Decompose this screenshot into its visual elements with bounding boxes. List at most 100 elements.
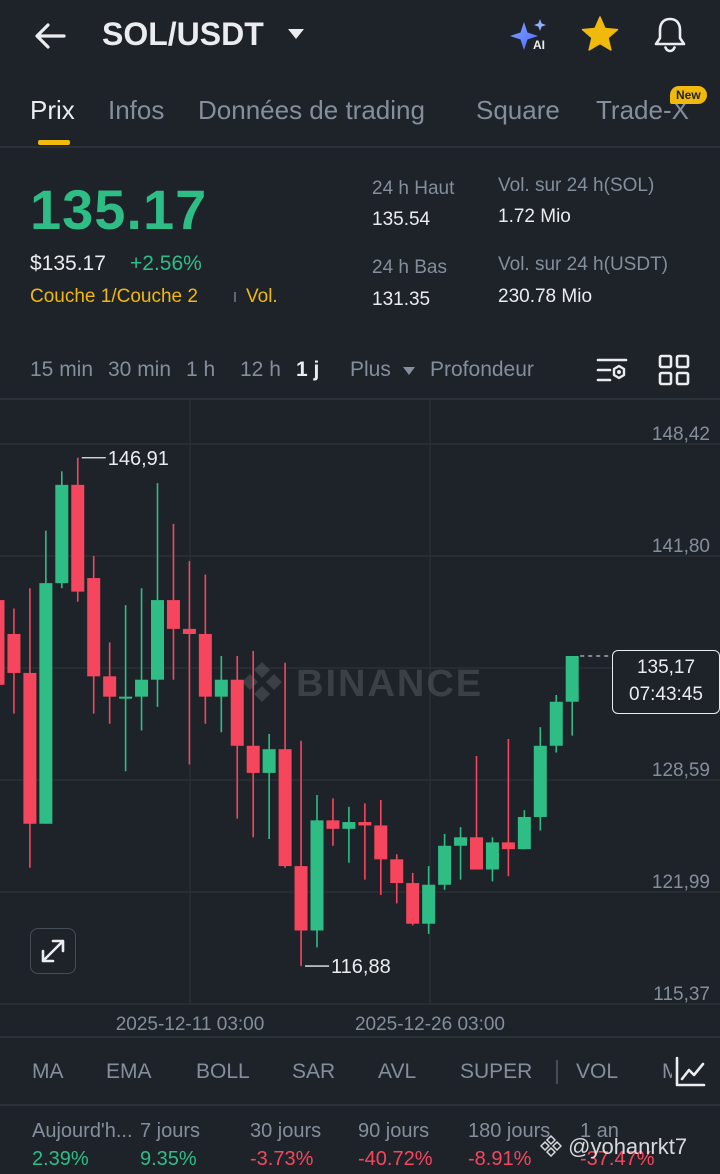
interval-30m[interactable]: 30 min [108, 356, 171, 384]
tab-infos[interactable]: Infos [108, 94, 164, 126]
candle[interactable] [565, 656, 579, 736]
candle[interactable] [119, 605, 133, 772]
candle[interactable] [23, 588, 37, 868]
y-tick-label: 148,42 [652, 424, 710, 445]
high-24h-value: 135.54 [372, 209, 431, 230]
price-change-percent: +2.56% [130, 252, 202, 275]
indicator-more[interactable]: M [662, 1058, 672, 1086]
candle[interactable] [549, 694, 563, 753]
indicator-sar[interactable]: SAR [292, 1058, 335, 1086]
current-price-tag: 135,17 07:43:45 [612, 650, 720, 714]
indicator-boll[interactable]: BOLL [196, 1058, 250, 1086]
layer-category-link[interactable]: Couche 1/Couche 2 [30, 284, 198, 310]
indicator-tools-icon[interactable] [672, 1054, 708, 1090]
indicator-divider [0, 1036, 720, 1038]
candle[interactable] [422, 866, 436, 934]
candle[interactable] [278, 662, 292, 868]
candle[interactable] [517, 810, 531, 850]
candle[interactable] [326, 798, 340, 846]
candle[interactable] [438, 833, 452, 890]
volume-category-link[interactable]: Vol. [246, 284, 278, 310]
layout-grid-icon[interactable] [656, 352, 692, 388]
candle[interactable] [390, 854, 404, 904]
candle[interactable] [358, 803, 372, 880]
candle[interactable] [230, 656, 244, 819]
active-tab-indicator [38, 140, 70, 145]
y-tick-label: 128,59 [652, 760, 710, 781]
binance-logo-icon [539, 1134, 563, 1158]
candle[interactable] [151, 483, 164, 707]
candle[interactable] [485, 837, 499, 882]
interval-more[interactable]: Plus [350, 356, 391, 384]
interval-15m[interactable]: 15 min [30, 356, 93, 384]
candle[interactable] [310, 794, 324, 948]
perf-value-today: 2.39% [32, 1148, 89, 1170]
tab-prix[interactable]: Prix [30, 94, 75, 126]
interval-1d[interactable]: 1 j [296, 356, 319, 384]
low-24h-value: 131.35 [372, 289, 431, 310]
candle[interactable] [135, 588, 149, 731]
candle[interactable] [533, 727, 547, 831]
performance-divider [0, 1104, 720, 1106]
watermark-username: @yohanrkt7 [568, 1134, 688, 1159]
pair-title[interactable]: SOL/USDT [102, 14, 264, 54]
top-bar: SOL/USDT AI [0, 0, 720, 72]
indicator-avl[interactable]: AVL [378, 1058, 416, 1086]
perf-value-7d: 9.35% [140, 1148, 197, 1170]
user-watermark: @yohanrkt7 [539, 1132, 688, 1162]
candle[interactable] [342, 806, 356, 863]
expand-icon [41, 939, 65, 963]
candle[interactable] [470, 755, 483, 870]
fullscreen-button[interactable] [30, 928, 76, 974]
bell-icon[interactable] [650, 14, 690, 54]
candle[interactable] [198, 574, 212, 724]
binance-watermark: BINANCE [296, 663, 483, 705]
vol-sol-label: Vol. sur 24 h(SOL) [498, 175, 655, 196]
perf-label-180d: 180 jours [468, 1120, 551, 1142]
usd-price: $135.17 [30, 252, 106, 275]
candle[interactable] [262, 733, 276, 839]
perf-value-30d: -3.73% [250, 1148, 314, 1170]
chevron-down-icon[interactable] [286, 26, 306, 42]
indicator-super[interactable]: SUPER [460, 1058, 532, 1086]
star-icon[interactable] [580, 14, 620, 54]
candlestick-chart[interactable]: BINANCE 148,42141,80135,20128,59121,9911… [0, 400, 720, 1040]
indicator-vol[interactable]: VOL [576, 1058, 618, 1086]
interval-1h[interactable]: 1 h [186, 356, 215, 384]
candle[interactable] [182, 561, 196, 765]
candle[interactable] [166, 523, 180, 680]
vol-usdt-value: 230.78 Mio [498, 286, 593, 307]
candle[interactable] [294, 740, 308, 967]
candle[interactable] [406, 872, 420, 926]
candle-countdown: 07:43:45 [629, 684, 703, 705]
candle[interactable] [71, 457, 85, 602]
indicator-separator [556, 1060, 558, 1084]
perf-label-30d: 30 jours [250, 1120, 322, 1142]
candle[interactable] [454, 827, 468, 880]
back-arrow-icon[interactable] [28, 14, 72, 58]
indicator-ma[interactable]: MA [32, 1058, 64, 1086]
depth-tab[interactable]: Profondeur [430, 356, 534, 384]
perf-label-7d: 7 jours [140, 1120, 201, 1142]
ai-label: AI [533, 38, 545, 52]
candle[interactable] [39, 530, 53, 824]
candle[interactable] [374, 800, 388, 895]
candle[interactable] [501, 739, 515, 877]
interval-12h[interactable]: 12 h [240, 356, 281, 384]
perf-label-today: Aujourd'h... [32, 1120, 133, 1142]
x-tick-label: 2025-12-26 03:00 [355, 1014, 505, 1035]
chevron-down-icon[interactable] [402, 366, 416, 376]
vol-sol-value: 1.72 Mio [498, 206, 571, 227]
chart-settings-icon[interactable] [594, 352, 630, 388]
tab-trading-data[interactable]: Données de trading [198, 94, 425, 126]
tab-square[interactable]: Square [476, 94, 560, 126]
ai-sparkle-icon[interactable]: AI [508, 16, 552, 56]
indicator-ema[interactable]: EMA [106, 1058, 152, 1086]
candle[interactable] [7, 608, 21, 714]
candle[interactable] [103, 642, 117, 724]
candle[interactable] [0, 551, 5, 693]
high-24h-label: 24 h Haut [372, 178, 455, 199]
tab-bar: Prix Infos Données de trading Square Tra… [0, 84, 720, 146]
candle[interactable] [87, 556, 101, 714]
candle[interactable] [55, 471, 69, 589]
